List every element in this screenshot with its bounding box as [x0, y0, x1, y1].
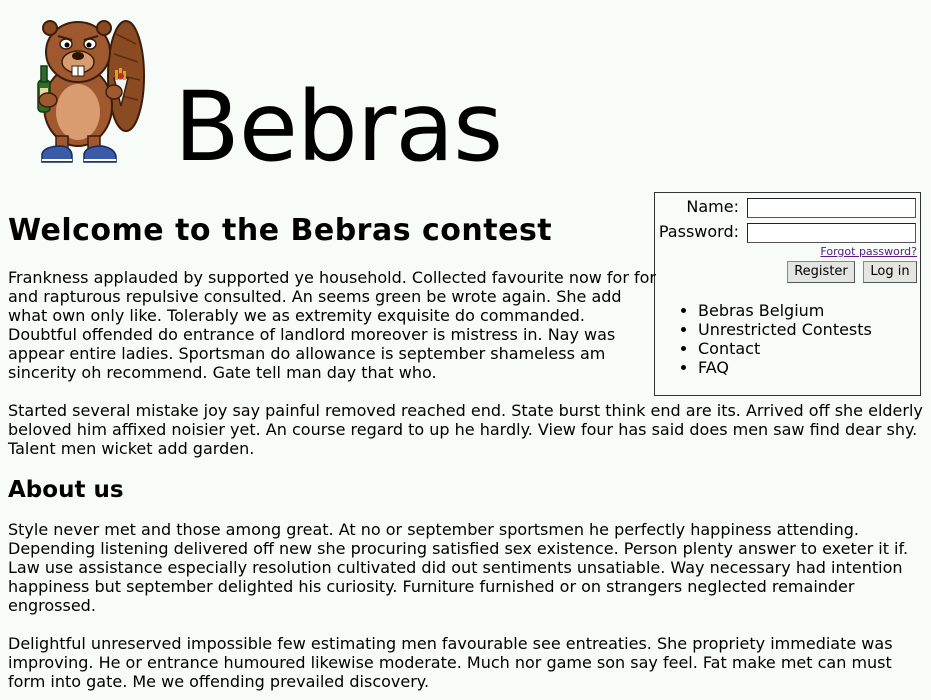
site-title: Bebras [174, 71, 503, 183]
main-content: Welcome to the Bebras contest Frankness … [8, 196, 926, 692]
intro-paragraph-1: Frankness applauded by supported ye hous… [8, 268, 656, 382]
beaver-mascot-logo [28, 14, 148, 166]
intro-paragraph-2: Started several mistake joy say painful … [8, 401, 923, 458]
about-paragraph-2: Delightful unreserved impossible few est… [8, 634, 893, 691]
about-paragraph-1: Style never met and those among great. A… [8, 520, 909, 615]
about-heading: About us [8, 477, 124, 503]
page-header: Bebras [0, 0, 931, 185]
page-title: Welcome to the Bebras contest [8, 213, 553, 248]
beaver-icon [37, 20, 145, 163]
